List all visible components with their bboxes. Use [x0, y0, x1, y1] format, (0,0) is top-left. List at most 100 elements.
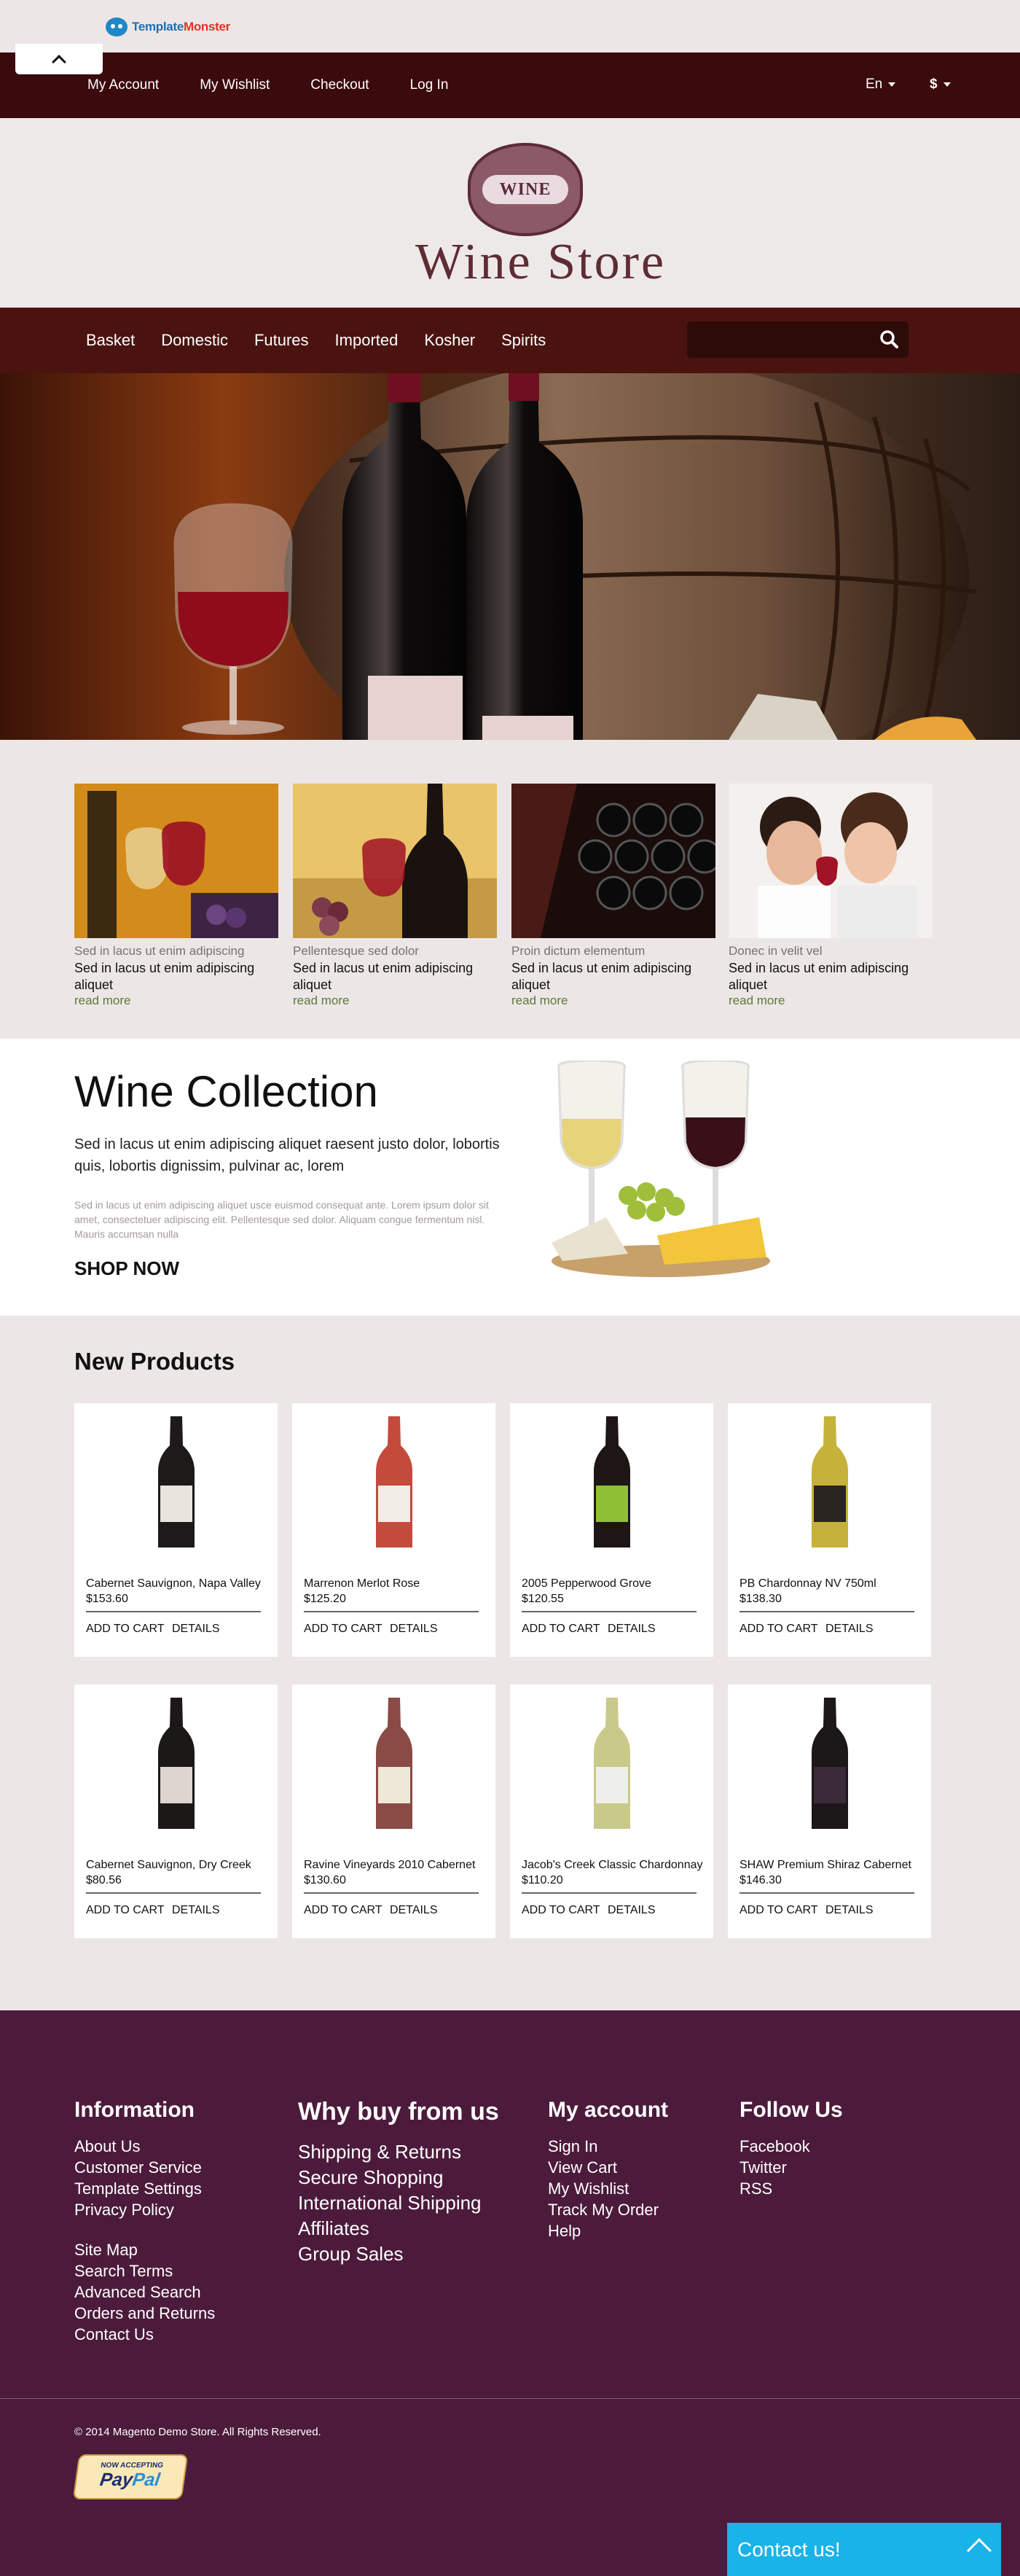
- account-bar: My Account My Wishlist Checkout Log In E…: [0, 52, 1020, 118]
- promo-subtitle: Donec in velit vel: [729, 944, 823, 958]
- promo-tile[interactable]: Pellentesque sed dolor Sed in lacus ut e…: [293, 784, 497, 1008]
- add-to-cart-button[interactable]: ADD TO CART: [522, 1904, 600, 1917]
- footer-link-track-order[interactable]: Track My Order: [548, 2199, 668, 2220]
- search-input[interactable]: [687, 321, 909, 358]
- product-name[interactable]: 2005 Pepperwood Grove: [522, 1577, 707, 1591]
- footer-link-shipping-returns[interactable]: Shipping & Returns: [298, 2139, 499, 2165]
- footer-link-orders-returns[interactable]: Orders and Returns: [74, 2303, 215, 2324]
- my-account-link[interactable]: My Account: [87, 77, 159, 93]
- product-price: $80.56: [86, 1874, 122, 1886]
- footer-divider: [0, 2398, 1020, 2399]
- language-switcher[interactable]: En: [866, 52, 896, 117]
- add-to-cart-button[interactable]: ADD TO CART: [86, 1904, 165, 1917]
- promo-text: Sed in lacus ut enim adipiscing aliquet: [511, 961, 692, 992]
- footer-link-advanced-search[interactable]: Advanced Search: [74, 2282, 215, 2303]
- store-logo[interactable]: WINE: [468, 143, 583, 236]
- product-card[interactable]: Marrenon Merlot Rose $125.20 ADD TO CART…: [292, 1403, 495, 1657]
- contact-us-widget[interactable]: Contact us!: [727, 2523, 1001, 2576]
- footer-link-template-settings[interactable]: Template Settings: [74, 2178, 215, 2199]
- footer-link-facebook[interactable]: Facebook: [740, 2136, 843, 2157]
- add-to-cart-button[interactable]: ADD TO CART: [86, 1623, 165, 1636]
- promo-tile[interactable]: Proin dictum elementum Sed in lacus ut e…: [511, 784, 715, 1008]
- footer-link-rss[interactable]: RSS: [740, 2178, 843, 2199]
- add-to-cart-button[interactable]: ADD TO CART: [522, 1623, 600, 1636]
- template-monster-bar: TemplateMonster: [0, 0, 1020, 52]
- product-card[interactable]: 2005 Pepperwood Grove $120.55 ADD TO CAR…: [510, 1403, 713, 1657]
- wine-bottle-image: [812, 1416, 848, 1547]
- checkout-link[interactable]: Checkout: [310, 77, 369, 93]
- product-card[interactable]: Jacob's Creek Classic Chardonnay $110.20…: [510, 1685, 713, 1938]
- details-link[interactable]: DETAILS: [608, 1904, 656, 1917]
- read-more-link[interactable]: read more: [729, 994, 785, 1007]
- product-name[interactable]: Marrenon Merlot Rose: [304, 1577, 490, 1591]
- footer-link-about-us[interactable]: About Us: [74, 2136, 215, 2157]
- product-name[interactable]: PB Chardonnay NV 750ml: [740, 1577, 925, 1591]
- footer-link-search-terms[interactable]: Search Terms: [74, 2260, 215, 2282]
- footer-link-help[interactable]: Help: [548, 2220, 668, 2241]
- product-card[interactable]: PB Chardonnay NV 750ml $138.30 ADD TO CA…: [728, 1403, 931, 1657]
- details-link[interactable]: DETAILS: [825, 1904, 874, 1917]
- search-icon[interactable]: [879, 329, 898, 348]
- nav-futures[interactable]: Futures: [254, 331, 309, 350]
- details-link[interactable]: DETAILS: [825, 1623, 874, 1636]
- log-in-link[interactable]: Log In: [410, 77, 449, 93]
- footer-link-contact-us[interactable]: Contact Us: [74, 2324, 215, 2345]
- footer-link-twitter[interactable]: Twitter: [740, 2157, 843, 2178]
- promo-tile[interactable]: Donec in velit vel Sed in lacus ut enim …: [729, 784, 933, 1008]
- footer-link-group-sales[interactable]: Group Sales: [298, 2241, 499, 2267]
- details-link[interactable]: DETAILS: [608, 1623, 656, 1636]
- add-to-cart-button[interactable]: ADD TO CART: [740, 1623, 818, 1636]
- divider: [522, 1611, 697, 1612]
- wine-bottle-image: [158, 1698, 195, 1829]
- footer-link-privacy-policy[interactable]: Privacy Policy: [74, 2199, 215, 2220]
- read-more-link[interactable]: read more: [511, 994, 568, 1007]
- product-name[interactable]: Ravine Vineyards 2010 Cabernet: [304, 1859, 490, 1872]
- store-name[interactable]: Wine Store: [380, 233, 701, 292]
- footer-link-sign-in[interactable]: Sign In: [548, 2136, 668, 2157]
- nav-basket[interactable]: Basket: [86, 331, 135, 350]
- my-wishlist-link[interactable]: My Wishlist: [200, 77, 270, 93]
- promo-text: Sed in lacus ut enim adipiscing aliquet: [293, 961, 474, 992]
- product-card[interactable]: Ravine Vineyards 2010 Cabernet $130.60 A…: [292, 1685, 495, 1938]
- footer-link-site-map[interactable]: Site Map: [74, 2239, 215, 2260]
- details-link[interactable]: DETAILS: [172, 1623, 220, 1636]
- product-card[interactable]: SHAW Premium Shiraz Cabernet $146.30 ADD…: [728, 1685, 931, 1938]
- site-header: WINE Wine Store: [0, 118, 1020, 308]
- footer-link-secure-shopping[interactable]: Secure Shopping: [298, 2165, 499, 2190]
- wine-bottle-image: [376, 1416, 412, 1547]
- shop-now-button[interactable]: SHOP NOW: [74, 1257, 179, 1280]
- collapse-toggle-button[interactable]: [15, 44, 103, 74]
- details-link[interactable]: DETAILS: [390, 1904, 438, 1917]
- template-monster-logo[interactable]: TemplateMonster: [106, 17, 230, 36]
- details-link[interactable]: DETAILS: [172, 1904, 220, 1917]
- add-to-cart-button[interactable]: ADD TO CART: [740, 1904, 818, 1917]
- product-name[interactable]: SHAW Premium Shiraz Cabernet: [740, 1859, 925, 1872]
- nav-domestic[interactable]: Domestic: [161, 331, 228, 350]
- new-products-title: New Products: [74, 1348, 235, 1375]
- product-card[interactable]: Cabernet Sauvignon, Dry Creek $80.56 ADD…: [74, 1685, 278, 1938]
- read-more-link[interactable]: read more: [74, 994, 130, 1007]
- add-to-cart-button[interactable]: ADD TO CART: [304, 1623, 382, 1636]
- footer-link-my-wishlist[interactable]: My Wishlist: [548, 2178, 668, 2199]
- footer-link-customer-service[interactable]: Customer Service: [74, 2157, 215, 2178]
- footer-link-view-cart[interactable]: View Cart: [548, 2157, 668, 2178]
- details-link[interactable]: DETAILS: [390, 1623, 438, 1636]
- product-card[interactable]: Cabernet Sauvignon, Napa Valley $153.60 …: [74, 1403, 278, 1657]
- nav-spirits[interactable]: Spirits: [501, 331, 546, 350]
- currency-switcher[interactable]: $: [930, 52, 951, 117]
- read-more-link[interactable]: read more: [293, 994, 349, 1007]
- product-name[interactable]: Cabernet Sauvignon, Dry Creek: [86, 1859, 272, 1872]
- chevron-up-icon: [52, 55, 66, 69]
- product-name[interactable]: Cabernet Sauvignon, Napa Valley: [86, 1577, 272, 1591]
- footer-link-international-shipping[interactable]: International Shipping: [298, 2190, 499, 2216]
- nav-imported[interactable]: Imported: [335, 331, 399, 350]
- footer-information: Information About Us Customer Service Te…: [74, 2098, 215, 2345]
- footer-link-affiliates[interactable]: Affiliates: [298, 2216, 499, 2241]
- footer-heading: My account: [548, 2098, 669, 2122]
- promo-image: [511, 784, 715, 938]
- product-price: $146.30: [740, 1874, 782, 1886]
- nav-kosher[interactable]: Kosher: [424, 331, 475, 350]
- product-name[interactable]: Jacob's Creek Classic Chardonnay: [522, 1859, 707, 1872]
- promo-tile[interactable]: Sed in lacus ut enim adipiscing Sed in l…: [74, 784, 278, 1008]
- add-to-cart-button[interactable]: ADD TO CART: [304, 1904, 382, 1917]
